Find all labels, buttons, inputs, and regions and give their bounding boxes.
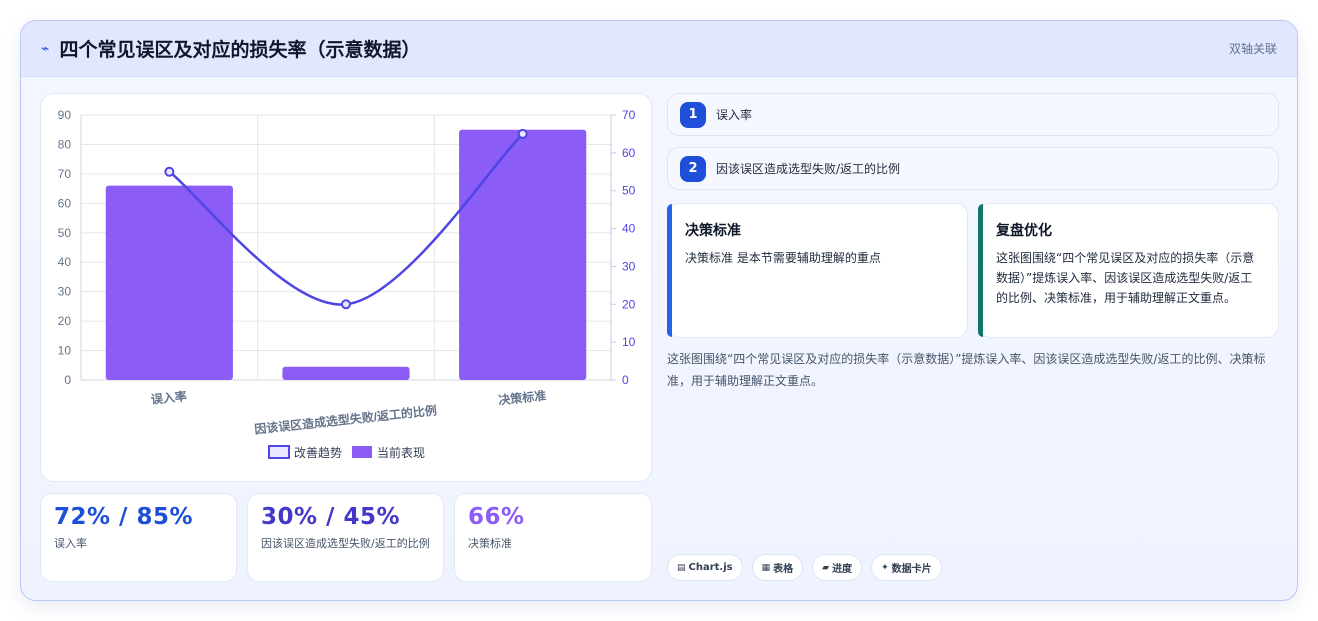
step-label: 因该误区造成选型失败/返工的比例 (716, 162, 901, 176)
combo-chart: 0 10 20 30 40 50 60 70 80 90 0 10 20 30 40 50 60 70 误入率因该误… (58, 108, 636, 460)
kpi-card-3: 66% 决策标准 (454, 493, 652, 582)
kpi-label: 因该误区造成选型失败/返工的比例 (261, 537, 430, 550)
y-left-tick-label: 70 (58, 167, 72, 181)
sparkle-icon: ✦ (881, 562, 889, 573)
info-card-review: 复盘优化 这张图围绕“四个常见误区及对应的损失率（示意数据）”提炼误入率、因该误… (978, 203, 1279, 338)
chip-label: Chart.js (688, 562, 733, 573)
y-left-tick-label: 10 (58, 344, 72, 358)
chip-chartjs[interactable]: ▤ Chart.js (667, 554, 743, 581)
y-right-tick-label: 10 (622, 335, 636, 349)
summary-text: 这张图围绕“四个常见误区及对应的损失率（示意数据）”提炼误入率、因该误区造成选型… (667, 352, 1266, 388)
step-item-2[interactable]: 2 因该误区造成选型失败/返工的比例 (667, 147, 1279, 190)
page-title: 四个常见误区及对应的损失率（示意数据） (59, 39, 421, 61)
y-left-tick-label: 60 (58, 196, 72, 210)
y-left-tick-label: 20 (58, 314, 72, 328)
bar (282, 366, 410, 380)
chip-label: 数据卡片 (891, 564, 932, 575)
y-left-tick-label: 40 (58, 255, 72, 269)
card-accent-bar (978, 204, 983, 337)
legend-swatch-bar (352, 446, 372, 458)
info-card-body: 这张图围绕“四个常见误区及对应的损失率（示意数据）”提炼误入率、因该误区造成选型… (996, 251, 1255, 305)
x-tick-label: 决策标准 (498, 388, 547, 408)
kpi-card-2: 30% / 45% 因该误区造成选型失败/返工的比例 (247, 493, 444, 582)
y-left-tick-label: 80 (58, 137, 72, 151)
chart-icon: ▤ (677, 562, 686, 573)
y-left-tick-label: 30 (58, 285, 72, 299)
y-right-tick-label: 20 (622, 297, 636, 311)
table-icon: ▦ (761, 562, 771, 573)
main-card: ⌁ 四个常见误区及对应的损失率（示意数据） 双轴关联 0 10 20 30 40 50 60… (20, 20, 1298, 601)
y-right-tick-label: 60 (622, 146, 636, 160)
y-left-tick-label: 90 (58, 108, 72, 122)
y-right-tick-label: 30 (622, 259, 636, 273)
legend-swatch-line (268, 445, 290, 459)
chart-panel: 0 10 20 30 40 50 60 70 80 90 0 10 20 30 40 50 60 70 误入率因该误… (40, 93, 652, 482)
kpi-label: 决策标准 (468, 537, 512, 550)
kpi-label: 误入率 (54, 537, 87, 550)
card-header: ⌁ 四个常见误区及对应的损失率（示意数据） 双轴关联 (21, 21, 1297, 77)
kpi-card-1: 72% / 85% 误入率 (40, 493, 237, 582)
info-card-body: 决策标准 是本节需要辅助理解的重点 (685, 251, 881, 265)
lightning-icon: ⌁ (41, 40, 50, 57)
legend-label: 改善趋势 (294, 445, 342, 460)
y-right-tick-label: 0 (622, 373, 629, 387)
kpi-value: 30% / 45% (261, 504, 401, 530)
y-right-tick-label: 50 (622, 184, 636, 198)
kpi-value: 66% (468, 504, 525, 530)
info-card-decision: 决策标准 决策标准 是本节需要辅助理解的重点 (667, 203, 968, 338)
y-right-tick-label: 40 (622, 222, 636, 236)
step-label: 误入率 (716, 108, 753, 122)
x-tick-label: 误入率 (150, 388, 187, 407)
tech-chips: ▤ Chart.js ▦ 表格 ▰ 进度 ✦ 数据卡片 (667, 554, 942, 581)
step-item-1[interactable]: 1 误入率 (667, 93, 1279, 136)
bar (459, 129, 587, 380)
chip-label: 进度 (832, 564, 853, 575)
chip-data-card[interactable]: ✦ 数据卡片 (871, 554, 942, 581)
step-number: 2 (680, 155, 706, 182)
line-point (164, 166, 175, 177)
y-left-tick-label: 0 (64, 373, 71, 387)
progress-icon: ▰ (822, 562, 830, 573)
info-card-title: 决策标准 (685, 223, 741, 239)
header-tag: 双轴关联 (1228, 42, 1277, 56)
y-right-tick-label: 70 (622, 108, 636, 122)
card-accent-bar (667, 204, 672, 337)
line-point (341, 299, 351, 310)
chip-table[interactable]: ▦ 表格 (751, 554, 804, 581)
chip-label: 表格 (773, 564, 794, 575)
step-number: 1 (680, 101, 706, 128)
chip-progress[interactable]: ▰ 进度 (812, 554, 863, 581)
legend-label: 当前表现 (377, 445, 425, 460)
x-tick-label: 因该误区造成选型失败/返工的比例 (254, 402, 438, 436)
y-left-tick-label: 50 (58, 226, 72, 240)
info-card-title: 复盘优化 (996, 223, 1052, 239)
line-point (517, 128, 528, 139)
kpi-value: 72% / 85% (54, 504, 194, 530)
